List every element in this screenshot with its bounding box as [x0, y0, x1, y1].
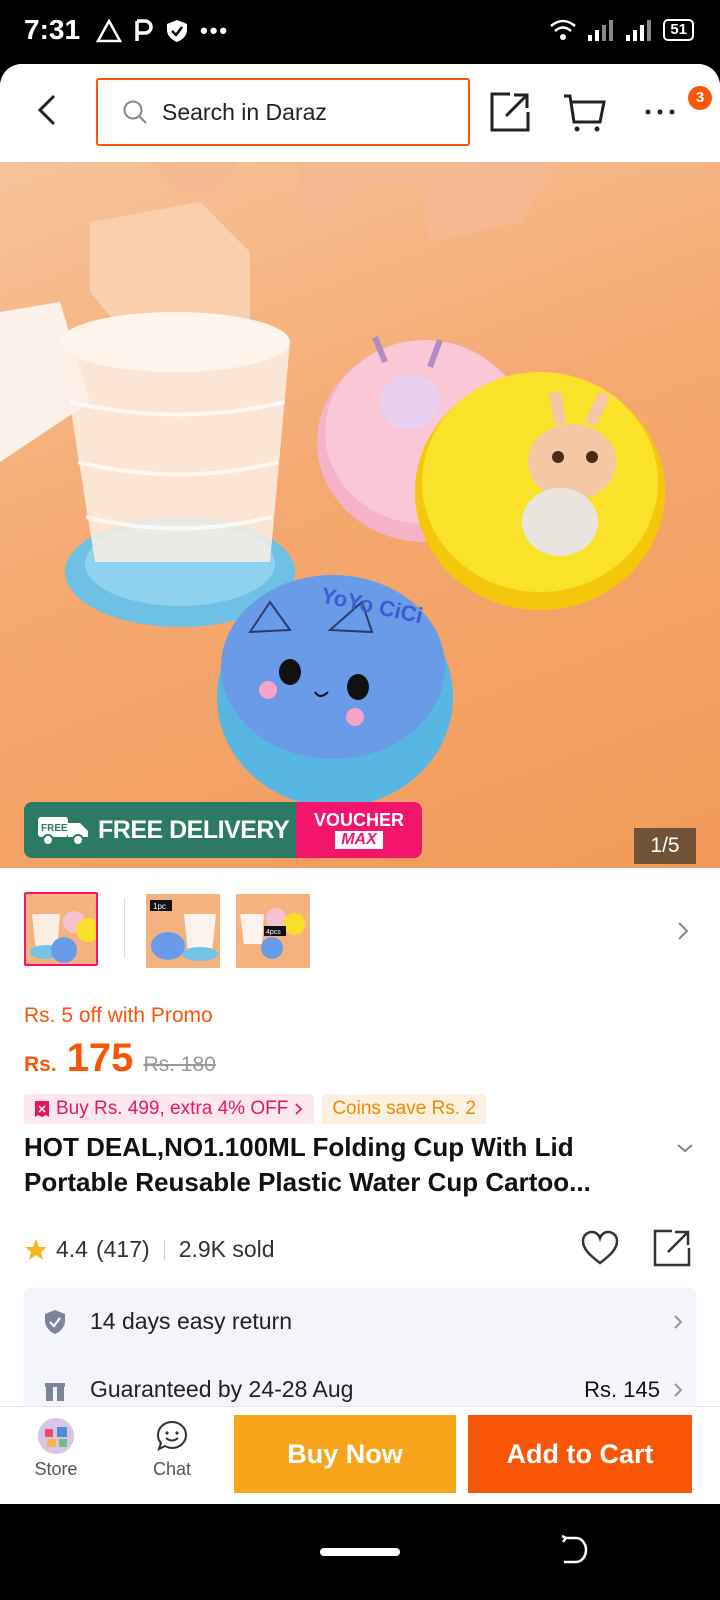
- more-notifications-icon: •••: [200, 18, 230, 43]
- battery-icon: 51: [663, 19, 694, 41]
- status-bar: 7:31 ••• 51: [0, 0, 720, 64]
- service-delivery[interactable]: Guaranteed by 24-28 Aug Rs. 145: [44, 1376, 684, 1403]
- price-currency: Rs.: [24, 1053, 57, 1076]
- coins-save-tag: Coins save Rs. 2: [322, 1094, 486, 1124]
- free-delivery-label: FREE FREE DELIVERY: [24, 802, 296, 858]
- heart-icon[interactable]: [580, 1228, 620, 1268]
- thumbnail-image: 1pc: [146, 894, 220, 968]
- chevron-right-icon: [674, 1314, 683, 1329]
- parking-icon: [135, 19, 153, 41]
- share-icon[interactable]: [652, 1228, 692, 1268]
- star-icon: [25, 1238, 47, 1260]
- thumbnail-1[interactable]: [24, 892, 98, 966]
- svg-text:FREE: FREE: [41, 823, 68, 834]
- shield-check-icon: [45, 1309, 65, 1334]
- voucher-max-label: VOUCHER MAX: [296, 802, 422, 858]
- original-price: Rs. 180: [143, 1053, 216, 1076]
- status-left-icons: •••: [96, 18, 229, 44]
- chevron-down-icon[interactable]: [676, 1142, 694, 1154]
- svg-text:1pc: 1pc: [153, 902, 166, 911]
- rotate-icon[interactable]: [556, 1532, 592, 1568]
- thumbnail-divider: [124, 898, 125, 958]
- voucher-max-text: MAX: [335, 831, 383, 849]
- search-icon: [123, 100, 147, 124]
- cart-icon[interactable]: [562, 90, 606, 134]
- price-row: Rs. 175 Rs. 180: [24, 1036, 216, 1081]
- status-right-icons: 51: [549, 18, 694, 42]
- cart-count-badge: 3: [688, 86, 712, 110]
- thumbnail-3[interactable]: 4pcs: [236, 894, 310, 968]
- shield-icon: [167, 20, 187, 42]
- buy-now-button[interactable]: Buy Now: [234, 1415, 456, 1493]
- chevron-right-icon[interactable]: [676, 920, 690, 942]
- service-return[interactable]: 14 days easy return: [44, 1308, 684, 1335]
- free-delivery-banner: FREE FREE DELIVERY VOUCHER MAX: [24, 802, 422, 858]
- product-photo: YoYo CiCi: [0, 162, 665, 807]
- search-placeholder: Search in Daraz: [162, 98, 327, 125]
- chevron-right-icon: [295, 1103, 303, 1115]
- bundle-offer-text: Buy Rs. 499, extra 4% OFF: [56, 1098, 289, 1119]
- offer-tags: Buy Rs. 499, extra 4% OFF Coins save Rs.…: [24, 1094, 486, 1124]
- thumbnail-strip: [0, 868, 720, 1008]
- chevron-right-icon: [674, 1382, 683, 1397]
- service-label: Guaranteed by 24-28 Aug: [90, 1376, 354, 1402]
- home-gesture-pill[interactable]: [320, 1548, 400, 1556]
- signal-icon: [588, 20, 614, 41]
- delivery-price: Rs. 145: [584, 1376, 660, 1402]
- thumbnail-image: [26, 894, 96, 964]
- store-avatar-icon: [38, 1418, 74, 1454]
- wifi-icon: [550, 19, 577, 40]
- thumbnail-2[interactable]: 1pc: [146, 894, 220, 968]
- free-delivery-text: FREE DELIVERY: [98, 815, 290, 844]
- sold-count: 2.9K sold: [178, 1236, 275, 1262]
- product-image-carousel[interactable]: YoYo CiCi FREE FREE DELIVERY VOUCHER MAX…: [0, 162, 720, 868]
- product-page: Search in Daraz 3 YoYo CiCi FREE FREE DE…: [0, 64, 720, 1504]
- more-menu-icon[interactable]: [640, 90, 684, 134]
- voucher-icon: [35, 1101, 49, 1117]
- warning-icon: [96, 19, 122, 43]
- chat-icon: [156, 1420, 188, 1451]
- search-input[interactable]: Search in Daraz: [96, 78, 470, 146]
- bottom-action-bar: Store Chat Buy Now Add to Cart: [0, 1406, 720, 1504]
- rating-value: 4.4: [56, 1236, 88, 1262]
- rating-row[interactable]: 4.4 (417) 2.9K sold: [24, 1236, 275, 1263]
- bundle-offer-tag[interactable]: Buy Rs. 499, extra 4% OFF: [24, 1094, 315, 1124]
- system-nav-bar: [0, 1504, 720, 1600]
- svg-text:4pcs: 4pcs: [266, 929, 281, 936]
- chat-button[interactable]: Chat: [132, 1413, 212, 1480]
- delivery-truck-icon: FREE: [38, 817, 88, 846]
- voucher-text: VOUCHER: [313, 810, 404, 830]
- top-bar: Search in Daraz 3: [0, 64, 720, 162]
- store-button[interactable]: Store: [16, 1413, 96, 1480]
- store-label: Store: [34, 1459, 78, 1479]
- review-count: (417): [95, 1236, 150, 1262]
- image-counter: 1/5: [634, 828, 696, 864]
- share-icon[interactable]: [488, 90, 532, 134]
- status-time: 7:31: [24, 14, 81, 45]
- chat-label: Chat: [152, 1459, 192, 1479]
- thumbnail-image: 4pcs: [236, 894, 310, 968]
- delivery-box-icon: [45, 1378, 65, 1401]
- product-title: HOT DEAL,NO1.100ML Folding Cup With Lid …: [24, 1132, 591, 1197]
- price-value: 175: [66, 1036, 134, 1080]
- add-to-cart-button[interactable]: Add to Cart: [468, 1415, 692, 1493]
- signal-icon-2: [626, 20, 652, 41]
- service-label: 14 days easy return: [90, 1308, 293, 1334]
- back-arrow-icon[interactable]: [28, 90, 68, 130]
- promo-text: Rs. 5 off with Promo: [24, 1004, 213, 1027]
- divider: [163, 1239, 165, 1260]
